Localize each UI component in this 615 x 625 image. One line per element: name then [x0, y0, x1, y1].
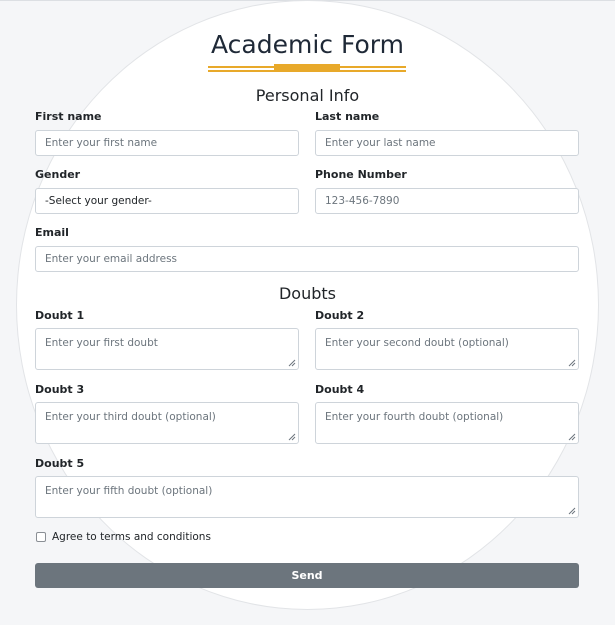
phone-input[interactable]: 123-456-7890	[315, 188, 579, 214]
page: Academic Form Personal Info First name E…	[0, 0, 615, 625]
email-label: Email	[35, 226, 69, 239]
resize-handle-icon[interactable]	[567, 358, 576, 367]
doubt-4-placeholder: Enter your fourth doubt (optional)	[325, 411, 504, 423]
send-button[interactable]: Send	[35, 563, 579, 588]
first-name-label: First name	[35, 110, 102, 123]
doubt-4-textarea[interactable]: Enter your fourth doubt (optional)	[315, 402, 579, 444]
terms-checkbox[interactable]	[36, 532, 46, 542]
first-name-input[interactable]: Enter your first name	[35, 130, 299, 156]
title-divider-accent	[274, 64, 340, 72]
resize-handle-icon[interactable]	[567, 506, 576, 515]
doubt-3-placeholder: Enter your third doubt (optional)	[45, 411, 216, 423]
doubt-1-label: Doubt 1	[35, 309, 85, 322]
doubt-3-textarea[interactable]: Enter your third doubt (optional)	[35, 402, 299, 444]
form-title: Academic Form	[211, 30, 404, 59]
doubt-1-placeholder: Enter your first doubt	[45, 337, 158, 349]
doubt-2-textarea[interactable]: Enter your second doubt (optional)	[315, 328, 579, 370]
doubt-4-label: Doubt 4	[315, 383, 365, 396]
gender-label: Gender	[35, 168, 81, 181]
doubt-2-placeholder: Enter your second doubt (optional)	[325, 337, 509, 349]
resize-handle-icon[interactable]	[567, 432, 576, 441]
phone-label: Phone Number	[315, 168, 407, 181]
terms-label[interactable]: Agree to terms and conditions	[52, 530, 211, 544]
resize-handle-icon[interactable]	[287, 358, 296, 367]
last-name-input[interactable]: Enter your last name	[315, 130, 579, 156]
email-input[interactable]: Enter your email address	[35, 246, 579, 272]
last-name-label: Last name	[315, 110, 380, 123]
doubt-2-label: Doubt 2	[315, 309, 365, 322]
section-title-personal-info: Personal Info	[255, 86, 360, 105]
doubt-5-placeholder: Enter your fifth doubt (optional)	[45, 485, 213, 497]
doubt-1-textarea[interactable]: Enter your first doubt	[35, 328, 299, 370]
doubt-5-label: Doubt 5	[35, 457, 85, 470]
gender-select[interactable]: -Select your gender-	[35, 188, 299, 214]
doubt-3-label: Doubt 3	[35, 383, 85, 396]
doubt-5-textarea[interactable]: Enter your fifth doubt (optional)	[35, 476, 579, 518]
resize-handle-icon[interactable]	[287, 432, 296, 441]
section-title-doubts: Doubts	[278, 284, 336, 303]
